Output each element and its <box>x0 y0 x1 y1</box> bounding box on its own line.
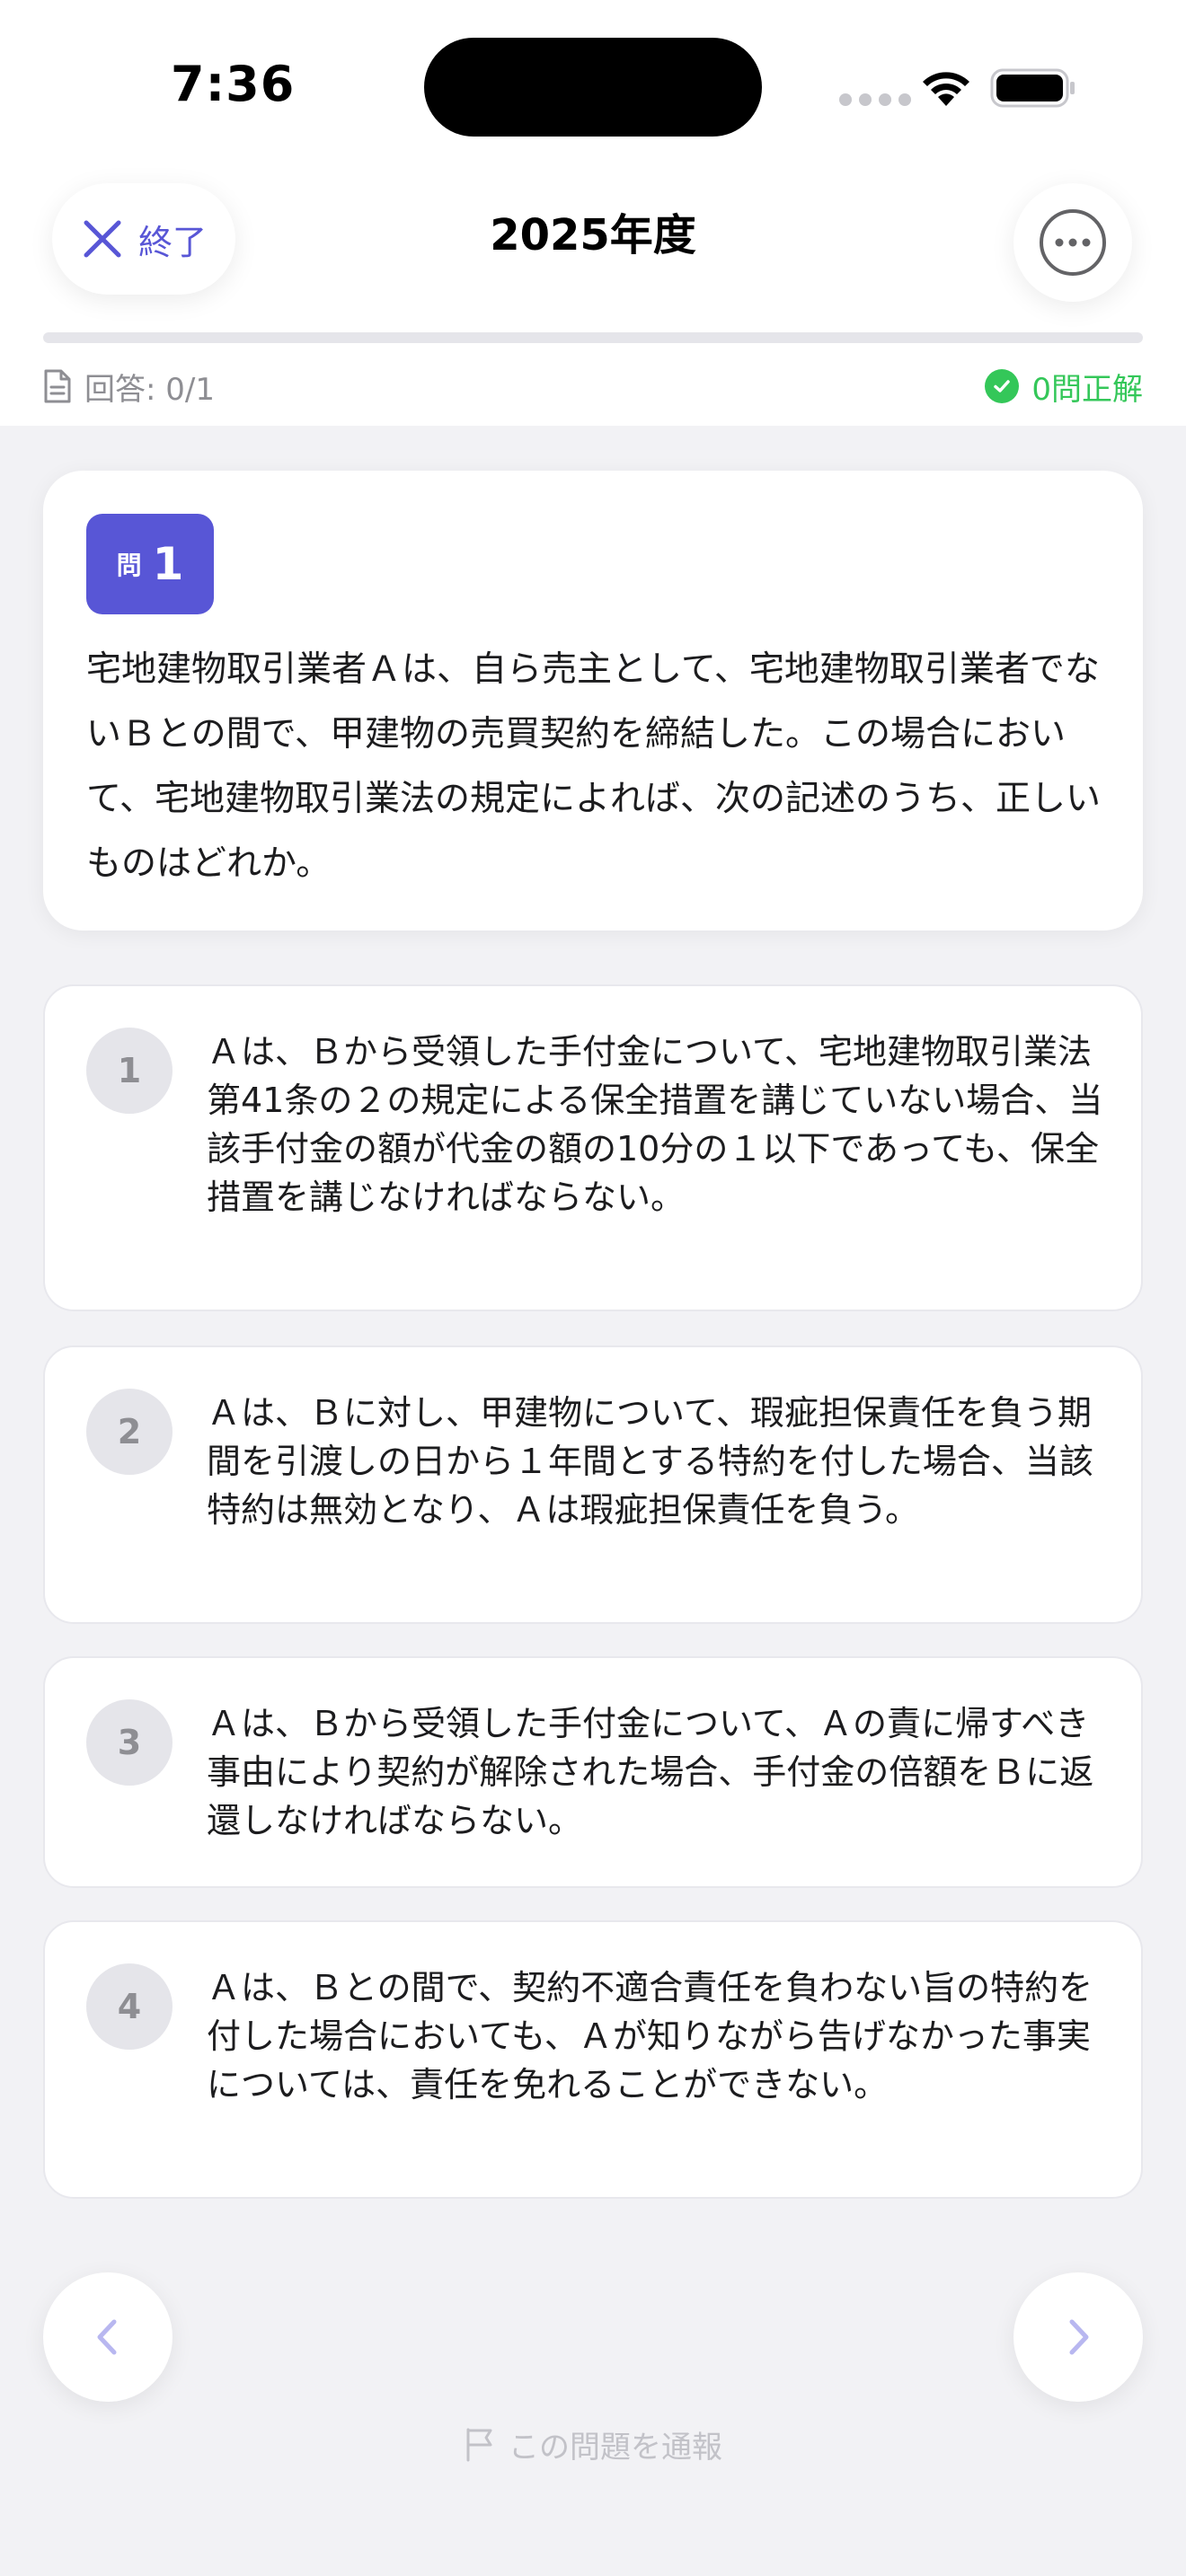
option-number: 1 <box>86 1028 173 1114</box>
answer-option-4[interactable]: 4 Ａは、Ｂとの間で、契約不適合責任を負わない旨の特約を付した場合においても、Ａ… <box>43 1920 1143 2199</box>
answer-option-3[interactable]: 3 Ａは、Ｂから受領した手付金について、Ａの責に帰すべき事由により契約が解除され… <box>43 1656 1143 1888</box>
answer-count-label: 回答: 0/1 <box>84 371 215 408</box>
wifi-icon <box>923 72 969 106</box>
close-icon <box>84 220 121 258</box>
answer-count: 回答: 0/1 <box>43 366 215 408</box>
chevron-right-icon <box>1069 2319 1089 2355</box>
document-icon <box>44 369 71 403</box>
question-badge-prefix: 問 <box>116 551 142 580</box>
correct-count: 0問正解 <box>985 366 1143 408</box>
battery-icon <box>990 68 1075 108</box>
header-area: 7:36 終了 2025年度 回答: 0/1 0問正解 <box>0 0 1186 426</box>
question-text: 宅地建物取引業者Ａは、自ら売主として、宅地建物取引業者でないＢとの間で、甲建物の… <box>86 649 1102 884</box>
question-number-badge: 問 1 <box>86 514 214 614</box>
dynamic-island <box>424 38 762 137</box>
option-number: 2 <box>86 1389 173 1475</box>
chevron-left-icon <box>97 2319 117 2355</box>
option-text: Ａは、Ｂから受領した手付金について、宅地建物取引業法第41条の２の規定による保全… <box>207 1032 1103 1217</box>
report-question-link[interactable]: この問題を通報 <box>0 2422 1186 2466</box>
option-text: Ａは、Ｂとの間で、契約不適合責任を負わない旨の特約を付した場合においても、Ａが知… <box>207 1968 1093 2104</box>
answer-option-2[interactable]: 2 Ａは、Ｂに対し、甲建物について、瑕疵担保責任を負う期間を引渡しの日から１年間… <box>43 1345 1143 1624</box>
cellular-signal-icon <box>839 93 911 106</box>
next-question-button[interactable] <box>1013 2272 1143 2402</box>
progress-bar <box>43 332 1143 343</box>
question-number: 1 <box>152 538 184 590</box>
status-bar: 7:36 <box>0 0 1186 144</box>
flag-icon <box>466 2428 492 2462</box>
option-text: Ａは、Ｂから受領した手付金について、Ａの責に帰すべき事由により契約が解除された場… <box>207 1704 1094 1840</box>
report-label: この問題を通報 <box>509 2429 722 2466</box>
more-options-button[interactable] <box>1013 183 1132 302</box>
page-title: 2025年度 <box>490 210 696 260</box>
status-time: 7:36 <box>171 56 296 112</box>
answer-option-1[interactable]: 1 Ａは、Ｂから受領した手付金について、宅地建物取引業法第41条の２の規定による… <box>43 984 1143 1311</box>
check-circle-icon <box>985 369 1020 403</box>
close-button[interactable]: 終了 <box>52 183 235 295</box>
close-button-label: 終了 <box>137 222 207 262</box>
more-icon <box>1040 209 1106 276</box>
question-card: 問 1 宅地建物取引業者Ａは、自ら売主として、宅地建物取引業者でないＢとの間で、… <box>43 471 1143 931</box>
option-number: 4 <box>86 1963 173 2050</box>
option-text: Ａは、Ｂに対し、甲建物について、瑕疵担保責任を負う期間を引渡しの日から１年間とす… <box>207 1393 1093 1530</box>
previous-question-button[interactable] <box>43 2272 173 2402</box>
correct-count-label: 0問正解 <box>1031 371 1143 408</box>
navigation-bar: 終了 2025年度 <box>0 144 1186 305</box>
option-number: 3 <box>86 1699 173 1786</box>
